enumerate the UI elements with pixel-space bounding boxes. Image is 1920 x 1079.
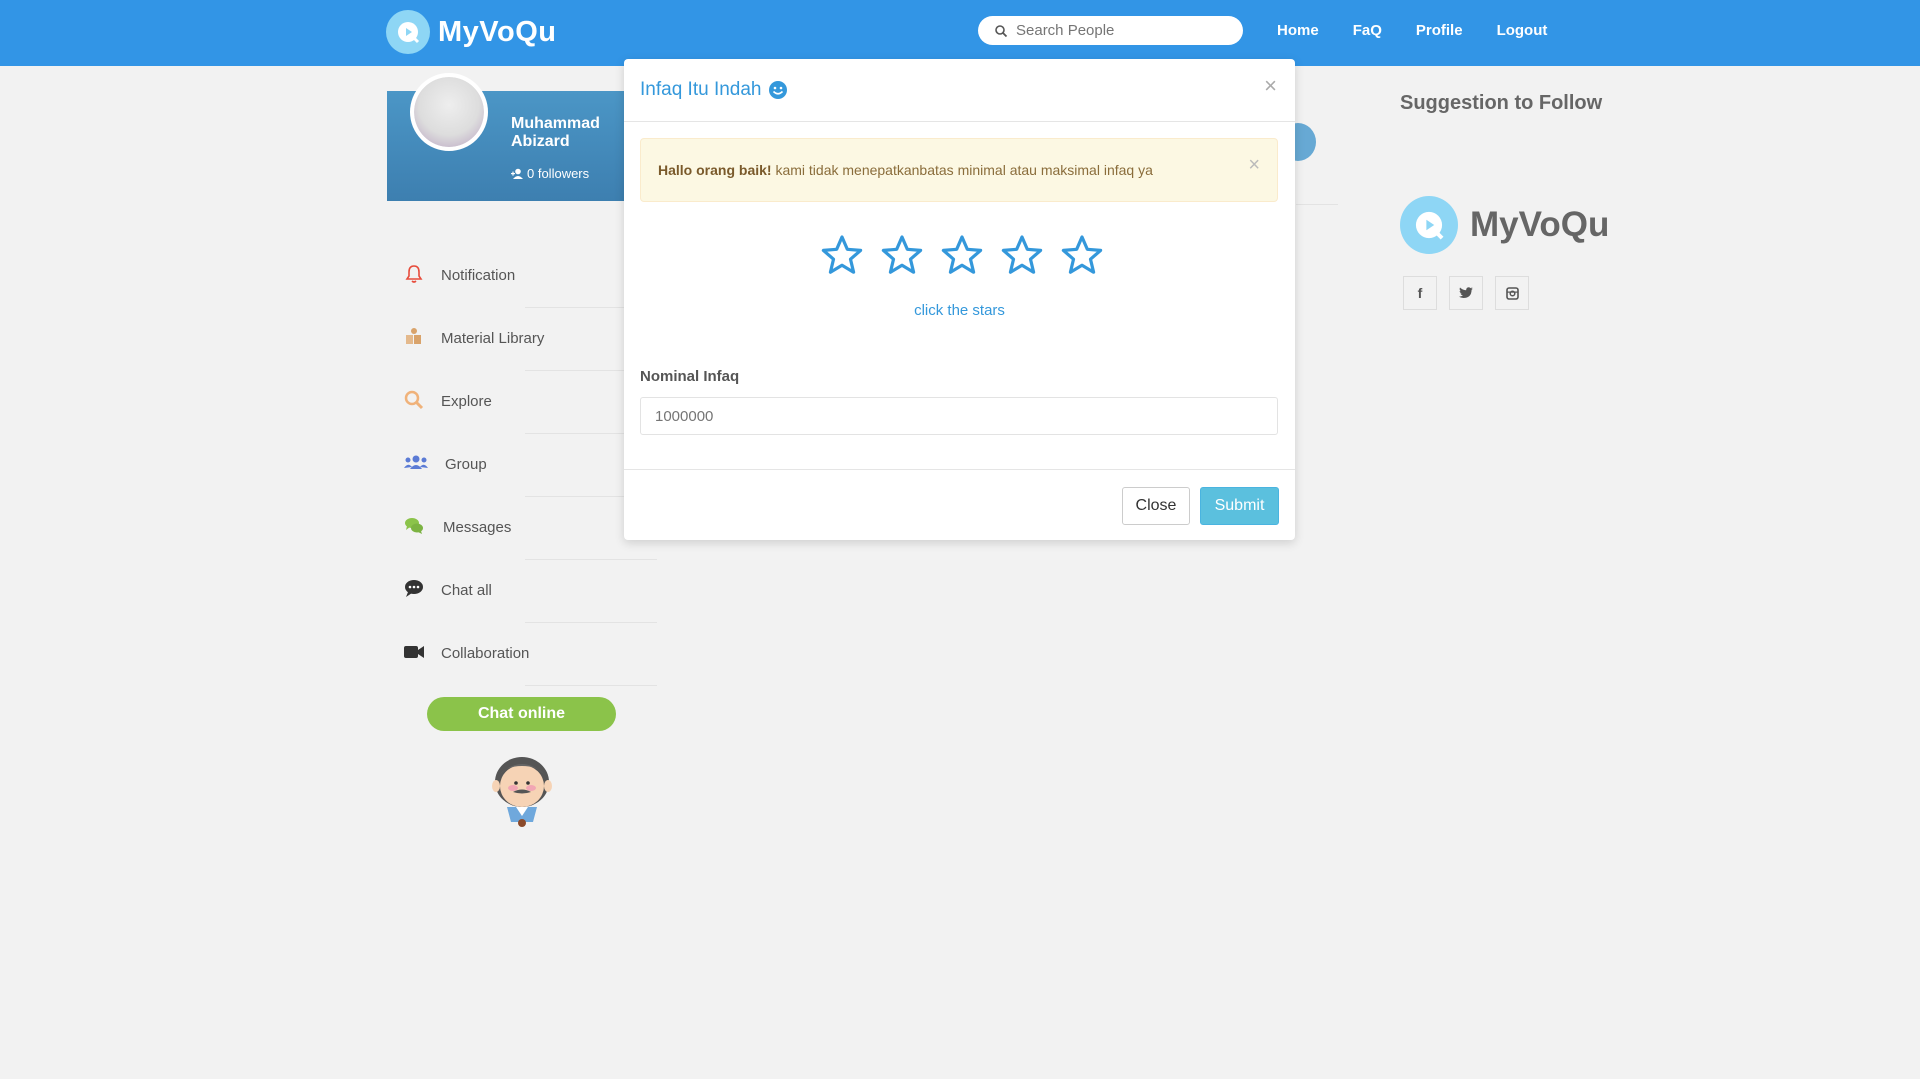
- sidebar-item-material-library[interactable]: Material Library: [387, 308, 657, 371]
- profile-name[interactable]: Muhammad Abizard: [511, 115, 631, 151]
- nominal-infaq-input[interactable]: [640, 397, 1278, 435]
- logo-icon: [1400, 196, 1458, 254]
- users-icon: [404, 455, 428, 469]
- close-button[interactable]: Close: [1122, 487, 1190, 525]
- alert-close-icon[interactable]: ×: [1248, 154, 1260, 177]
- profile-card: Muhammad Abizard 0 followers: [387, 73, 657, 201]
- comments-icon: [405, 518, 423, 534]
- brand-logo[interactable]: MyVoQu: [386, 10, 556, 54]
- star-icon[interactable]: [940, 234, 984, 278]
- logo-icon: [386, 10, 430, 54]
- sidebar-item-group[interactable]: Group: [387, 434, 657, 497]
- info-alert: Hallo orang baik! kami tidak menepatkanb…: [640, 138, 1278, 202]
- nav-profile[interactable]: Profile: [1416, 22, 1463, 39]
- followers-count: 0 followers: [511, 166, 589, 181]
- sidebar-item-label: Collaboration: [441, 645, 530, 662]
- stars-hint: click the stars: [914, 302, 1005, 319]
- facebook-icon[interactable]: f: [1403, 276, 1437, 310]
- sidebar-item-label: Messages: [443, 519, 512, 536]
- sidebar-item-explore[interactable]: Explore: [387, 371, 657, 434]
- alert-body-text: kami tidak menepatkanbatas minimal atau …: [775, 162, 1153, 178]
- search-icon: [404, 390, 424, 410]
- sidebar-item-notification[interactable]: Notification: [387, 245, 657, 308]
- sidebar-item-messages[interactable]: Messages: [387, 497, 657, 560]
- sidebar-item-label: Explore: [441, 393, 492, 410]
- infaq-modal: Infaq Itu Indah × Hallo orang baik! kami…: [624, 59, 1295, 540]
- modal-title: Infaq Itu Indah: [640, 79, 788, 101]
- nav-faq[interactable]: FaQ: [1353, 22, 1382, 39]
- smile-icon: [768, 81, 787, 99]
- nav-logout[interactable]: Logout: [1497, 22, 1548, 39]
- sidebar-item-label: Group: [445, 456, 487, 473]
- brand-name: MyVoQu: [438, 15, 557, 48]
- social-links: f: [1403, 276, 1541, 310]
- alert-bold-text: Hallo orang baik!: [658, 162, 772, 178]
- suggestion-title: Suggestion to Follow: [1400, 92, 1603, 114]
- star-icon[interactable]: [1060, 234, 1104, 278]
- alert-message: Hallo orang baik! kami tidak menepatkanb…: [658, 162, 1153, 178]
- mascot-illustration: [492, 757, 552, 827]
- chat-online-button[interactable]: Chat online: [427, 697, 616, 731]
- sidebar-item-collaboration[interactable]: Collaboration: [387, 623, 657, 686]
- submit-button[interactable]: Submit: [1200, 487, 1279, 525]
- search-box[interactable]: [978, 16, 1243, 45]
- user-plus-icon: [511, 168, 523, 179]
- star-rating: [820, 234, 1120, 278]
- star-icon[interactable]: [820, 234, 864, 278]
- nav-links: Home FaQ Profile Logout: [1277, 22, 1581, 39]
- star-icon[interactable]: [1000, 234, 1044, 278]
- instagram-icon[interactable]: [1495, 276, 1529, 310]
- modal-title-text: Infaq Itu Indah: [640, 79, 762, 100]
- star-icon[interactable]: [880, 234, 924, 278]
- sidebar-item-label: Material Library: [441, 330, 545, 347]
- sidebar-menu: Notification Material Library Explore Gr…: [387, 245, 657, 686]
- nominal-infaq-label: Nominal Infaq: [640, 368, 740, 385]
- brand-name-large: MyVoQu: [1470, 205, 1610, 244]
- book-icon: [406, 328, 421, 344]
- search-icon: [995, 24, 1008, 37]
- sidebar-item-label: Notification: [441, 267, 516, 284]
- top-navbar: MyVoQu Home FaQ Profile Logout: [0, 0, 1920, 66]
- sidebar-item-chat-all[interactable]: Chat all: [387, 560, 657, 623]
- brand-logo-large: MyVoQu: [1400, 196, 1609, 254]
- modal-header: Infaq Itu Indah ×: [624, 59, 1295, 122]
- comment-dots-icon: [405, 580, 423, 597]
- nav-home[interactable]: Home: [1277, 22, 1319, 39]
- twitter-icon[interactable]: [1449, 276, 1483, 310]
- avatar[interactable]: [410, 73, 488, 151]
- followers-label: 0 followers: [527, 166, 590, 181]
- modal-close-icon[interactable]: ×: [1264, 73, 1277, 99]
- search-input[interactable]: [1014, 21, 1238, 40]
- sidebar-item-label: Chat all: [441, 582, 492, 599]
- bell-icon: [405, 265, 423, 283]
- video-camera-icon: [404, 646, 424, 658]
